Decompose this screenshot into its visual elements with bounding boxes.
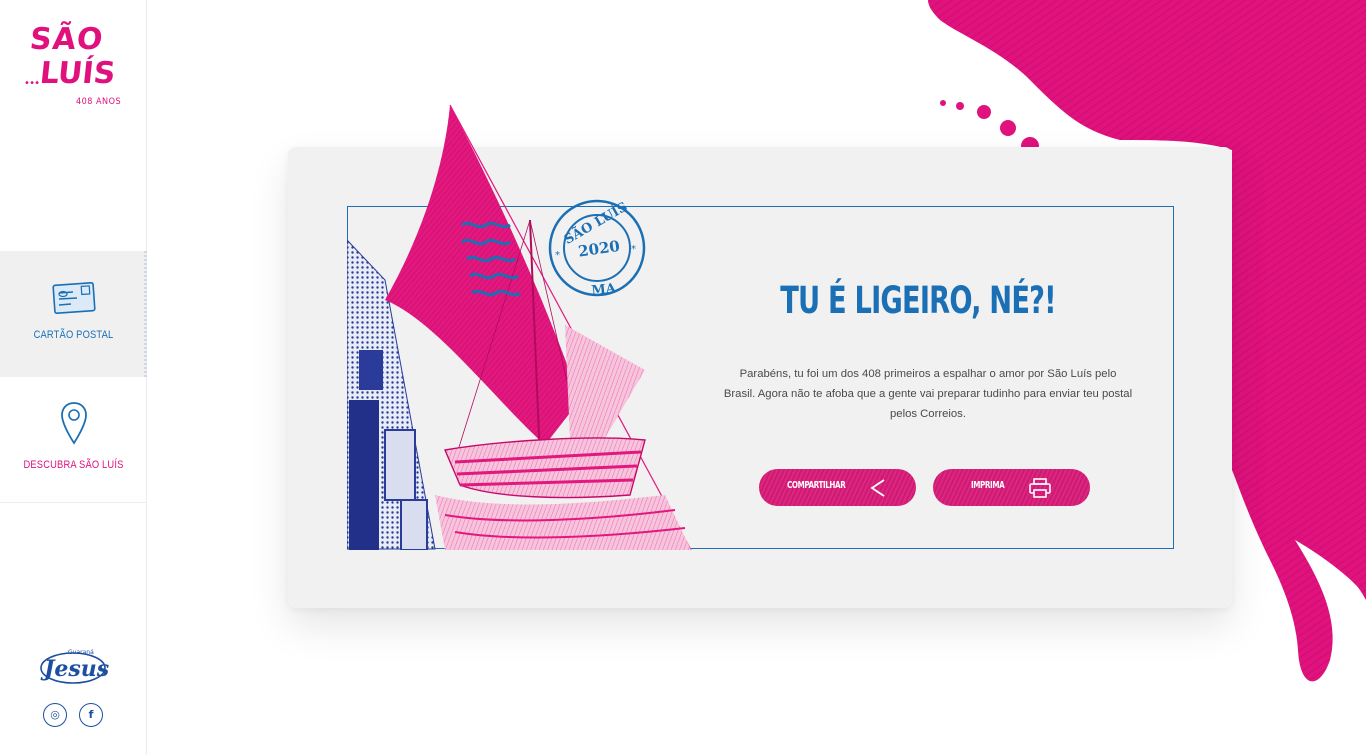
sao-luis-logo[interactable]: SÃO LUÍS • • • 408 ANOS — [22, 22, 126, 114]
map-pin-icon — [60, 402, 87, 445]
stamp-star-right: * — [631, 244, 636, 255]
stamp-year: 2020 — [577, 237, 621, 261]
sidebar-item-cartao-postal[interactable]: CARTÃO POSTAL — [0, 251, 147, 377]
postcard-icon — [51, 281, 96, 315]
logo-dots: • • • — [24, 78, 40, 89]
logo-line1: SÃO — [28, 22, 106, 57]
sidebar-item-descubra-sao-luis[interactable]: DESCUBRA SÃO LUÍS — [0, 377, 147, 503]
printer-icon — [1029, 478, 1051, 498]
page: SÃO LUÍS • • • 408 ANOS CARTÃO POSTAL DE… — [0, 0, 1366, 755]
sidebar: SÃO LUÍS • • • 408 ANOS CARTÃO POSTAL DE… — [0, 0, 147, 755]
stamp-bottom-text: MA — [591, 281, 618, 299]
sao-luis-2020-stamp: SÃO LUÍS 2020 MA * * — [548, 199, 646, 299]
confirmation-message: Parabéns, tu foi um dos 408 primeiros a … — [723, 368, 1133, 420]
brand-top-text: Guaraná — [68, 649, 94, 656]
sidebar-item-label: CARTÃO POSTAL — [33, 329, 114, 341]
facebook-icon[interactable]: f — [79, 703, 103, 727]
logo-line2: LUÍS — [38, 56, 118, 91]
share-icon — [870, 479, 885, 497]
sailboat-illustration: SÃO LUÍS 2020 MA * * — [347, 104, 692, 550]
share-button[interactable]: COMPARTILHAR — [759, 469, 916, 506]
logo-tagline: 408 ANOS — [76, 97, 122, 107]
sea-waves — [435, 495, 691, 550]
brand-name: Jesus — [44, 656, 110, 682]
print-button-label: IMPRIMA — [971, 480, 1005, 491]
guarana-jesus-logo[interactable]: Guaraná Jesus — [38, 648, 110, 688]
print-button[interactable]: IMPRIMA — [933, 469, 1090, 506]
instagram-icon[interactable]: ◎ — [43, 703, 67, 727]
sidebar-item-label: DESCUBRA SÃO LUÍS — [23, 459, 124, 471]
share-button-label: COMPARTILHAR — [787, 480, 846, 491]
stamp-star-left: * — [555, 250, 560, 261]
page-title: TU É LIGEIRO, NÉ?! — [780, 279, 1056, 322]
